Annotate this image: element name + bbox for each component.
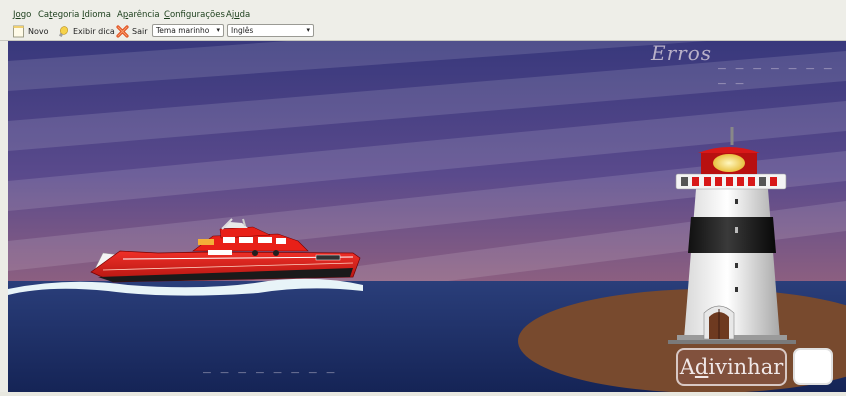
menu-configuracoes[interactable]: Configurações: [164, 10, 225, 20]
show-hint-label: Exibir dica: [73, 26, 115, 36]
theme-select-value: Tema marinho: [156, 26, 210, 35]
new-game-label: Novo: [28, 26, 49, 36]
menu-jogo-text-b: go: [20, 10, 32, 20]
menu-aparencia[interactable]: Aparência: [117, 10, 160, 20]
guess-button-text-a: A: [679, 355, 695, 379]
menu-jogo[interactable]: Jogo: [13, 10, 31, 20]
new-document-icon: [12, 25, 25, 38]
language-select[interactable]: Inglês ▾: [227, 24, 314, 37]
toolbar: Novo Exibir dica Sair Tema marinho ▾ Ing…: [0, 21, 846, 41]
show-hint-button[interactable]: Exibir dica: [57, 23, 115, 39]
quit-icon: [116, 24, 129, 38]
menu-idioma-text-b: dioma: [84, 10, 111, 20]
chevron-down-icon: ▾: [306, 26, 310, 34]
menu-ajuda-text-a: Aj: [226, 10, 235, 20]
status-bar: [0, 392, 846, 396]
errors-label: Erros: [651, 41, 713, 65]
marine-scene: [8, 41, 846, 392]
chevron-down-icon: ▾: [216, 26, 220, 34]
menu-ajuda-text-b: da: [239, 10, 251, 20]
menu-categoria-text-b: egoria: [52, 10, 80, 20]
menu-aparencia-text-b: arência: [128, 10, 160, 20]
game-canvas: Erros _ _ _ _ _ _ _ _ _ _ _ _ _ _ _ _ _ …: [8, 41, 846, 392]
theme-select[interactable]: Tema marinho ▾: [152, 24, 224, 37]
menu-categoria-text-a: Ca: [38, 10, 50, 20]
menu-configuracoes-text-b: onfigurações: [169, 10, 225, 20]
language-select-value: Inglês: [231, 26, 254, 35]
guess-button-mnemonic: d: [694, 355, 709, 379]
menu-ajuda[interactable]: Ajuda: [226, 10, 250, 20]
guess-button-text-b: ivinhar: [708, 355, 784, 379]
new-game-button[interactable]: Novo: [12, 23, 49, 39]
word-slots: _ _ _ _ _ _ _ _: [203, 359, 336, 374]
menu-idioma[interactable]: Idioma: [82, 10, 111, 20]
menu-bar: Jogo Categoria Idioma Aparência Configur…: [0, 0, 846, 21]
lightbulb-icon: [57, 25, 70, 38]
errors-slots: _ _ _ _ _ _ _ _ _: [718, 55, 833, 85]
quit-label: Sair: [132, 26, 148, 36]
quit-button[interactable]: Sair: [116, 23, 148, 39]
letter-input[interactable]: [793, 348, 833, 385]
guess-button[interactable]: Ad ivinhar: [676, 348, 787, 386]
menu-categoria[interactable]: Categoria: [38, 10, 79, 20]
